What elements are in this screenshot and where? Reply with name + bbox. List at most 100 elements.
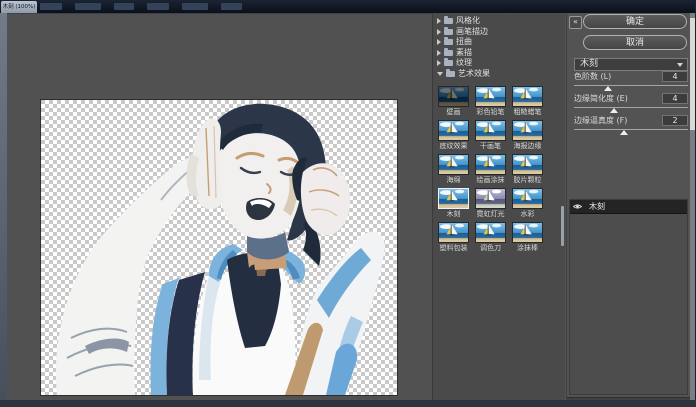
category-label: 纹理 — [456, 58, 472, 68]
filter-thumbnail-grid: 壁画 彩色铅笔 — [438, 86, 562, 252]
slider-value-field[interactable]: 2 — [662, 115, 688, 126]
folder-icon — [444, 39, 453, 45]
filter-gallery-window: 木刻 (100%) — [0, 0, 696, 407]
document-tab[interactable]: 木刻 (100%) — [1, 1, 37, 13]
folder-icon — [446, 71, 455, 77]
filter-thumbnail-image — [438, 86, 469, 107]
filter-thumbnail[interactable]: 调色刀 — [475, 222, 506, 252]
slider-row: 色阶数 (L) 4 — [574, 71, 688, 93]
category-label: 风格化 — [456, 16, 480, 26]
window-edge-bottom — [0, 400, 696, 407]
filter-thumbnail[interactable]: 木刻 — [438, 188, 469, 218]
filter-thumbnail[interactable]: 胶片颗粒 — [512, 154, 543, 184]
filter-thumbnail[interactable]: 霓虹灯光 — [475, 188, 506, 218]
slider-value-field[interactable]: 4 — [662, 93, 688, 104]
filter-thumbnail-label: 调色刀 — [475, 244, 506, 252]
filter-thumbnail-image — [475, 86, 506, 107]
menu-bar — [40, 3, 242, 10]
filter-select-value: 木刻 — [580, 59, 598, 69]
filter-thumbnail-label: 塑料包装 — [438, 244, 469, 252]
menu-item-blob[interactable] — [75, 3, 101, 10]
slider-thumb[interactable] — [604, 86, 612, 91]
menu-item-blob[interactable] — [40, 3, 62, 10]
filter-thumbnail-label: 霓虹灯光 — [475, 210, 506, 218]
slider-thumb[interactable] — [620, 130, 628, 135]
effect-layers-panel: 木刻 — [569, 199, 688, 395]
filter-category[interactable]: 素描 — [433, 48, 566, 59]
preview-area — [7, 13, 432, 400]
caret-icon — [437, 50, 441, 56]
filter-thumbnail[interactable]: 干画笔 — [475, 120, 506, 150]
filter-category-list: 风格化 画笔描边 扭曲 素描 纹理 艺术效果 — [433, 16, 566, 79]
menu-item-blob[interactable] — [114, 3, 134, 10]
filter-thumbnail[interactable]: 壁画 — [438, 86, 469, 116]
filter-select[interactable]: 木刻 — [574, 58, 688, 71]
folder-icon — [444, 18, 453, 24]
filter-thumbnail-image — [475, 188, 506, 209]
caret-icon — [437, 18, 441, 24]
preview-canvas[interactable] — [40, 99, 398, 396]
filter-thumbnail-image — [475, 120, 506, 141]
filter-thumbnail-label: 干画笔 — [475, 142, 506, 150]
collapse-thumbnails-button[interactable]: « — [569, 16, 582, 29]
filter-thumbnail[interactable]: 粗糙蜡笔 — [512, 86, 543, 116]
filter-thumbnail-label: 壁画 — [438, 108, 469, 116]
slider-value-field[interactable]: 4 — [662, 71, 688, 82]
filter-thumbnail-image — [438, 154, 469, 175]
slider-row: 边缘简化度 (E) 4 — [574, 93, 688, 115]
caret-icon — [437, 60, 441, 66]
filter-thumbnail-label: 胶片颗粒 — [512, 176, 543, 184]
ok-button[interactable]: 确定 — [583, 14, 687, 29]
cancel-button[interactable]: 取消 — [583, 35, 687, 50]
category-label: 素描 — [456, 48, 472, 58]
filter-thumbnail-image — [438, 188, 469, 209]
filter-thumbnail-label: 木刻 — [438, 210, 469, 218]
slider-thumb[interactable] — [610, 108, 618, 113]
filter-thumbnail-label: 彩色铅笔 — [475, 108, 506, 116]
filter-thumbnail[interactable]: 底纹效果 — [438, 120, 469, 150]
filter-thumbnail-image — [475, 222, 506, 243]
filter-thumbnail-image — [512, 86, 543, 107]
filter-thumbnail[interactable]: 涂抹棒 — [512, 222, 543, 252]
slider-row: 边缘逼真度 (F) 2 — [574, 115, 688, 137]
filter-thumbnail-image — [438, 222, 469, 243]
category-label: 扭曲 — [456, 37, 472, 47]
filter-thumbnail[interactable]: 绘画涂抹 — [475, 154, 506, 184]
filter-thumbnail-label: 海报边缘 — [512, 142, 543, 150]
filter-thumbnail[interactable]: 彩色铅笔 — [475, 86, 506, 116]
filter-category[interactable]: 艺术效果 — [433, 69, 566, 80]
filter-thumbnail-image — [512, 120, 543, 141]
filter-browser: 风格化 画笔描边 扭曲 素描 纹理 艺术效果 — [432, 13, 565, 400]
chevron-down-icon — [677, 63, 683, 67]
filter-category[interactable]: 纹理 — [433, 58, 566, 69]
effect-layer-name: 木刻 — [589, 201, 605, 212]
folder-icon — [444, 60, 453, 66]
filter-category[interactable]: 画笔描边 — [433, 27, 566, 38]
caret-icon — [437, 29, 441, 35]
filter-thumbnail[interactable]: 水彩 — [512, 188, 543, 218]
filter-category[interactable]: 风格化 — [433, 16, 566, 27]
filter-thumbnail-label: 底纹效果 — [438, 142, 469, 150]
filter-thumbnail-image — [438, 120, 469, 141]
slider-track[interactable] — [574, 129, 688, 130]
filter-thumbnail[interactable]: 塑料包装 — [438, 222, 469, 252]
filter-thumbnail-label: 涂抹棒 — [512, 244, 543, 252]
titlebar: 木刻 (100%) — [0, 0, 696, 13]
menu-item-blob[interactable] — [221, 3, 242, 10]
browser-scrollbar-thumb[interactable] — [561, 206, 564, 246]
slider-track[interactable] — [574, 85, 688, 86]
filter-thumbnail[interactable]: 海报边缘 — [512, 120, 543, 150]
filter-thumbnail-label: 粗糙蜡笔 — [512, 108, 543, 116]
filter-category[interactable]: 扭曲 — [433, 37, 566, 48]
filter-thumbnail-label: 水彩 — [512, 210, 543, 218]
preview-image — [41, 100, 397, 395]
eye-icon[interactable] — [573, 203, 582, 210]
effect-layer-row[interactable]: 木刻 — [570, 200, 687, 214]
filter-thumbnail-image — [512, 154, 543, 175]
slider-track[interactable] — [574, 107, 688, 108]
filter-thumbnail-label: 绘画涂抹 — [475, 176, 506, 184]
filter-thumbnail[interactable]: 海绵 — [438, 154, 469, 184]
menu-item-blob[interactable] — [147, 3, 169, 10]
settings-panel: « 确定 取消 木刻 色阶数 (L) 4 边缘简化度 (E) 4 边缘逼真度 (… — [566, 13, 690, 407]
menu-item-blob[interactable] — [182, 3, 208, 10]
